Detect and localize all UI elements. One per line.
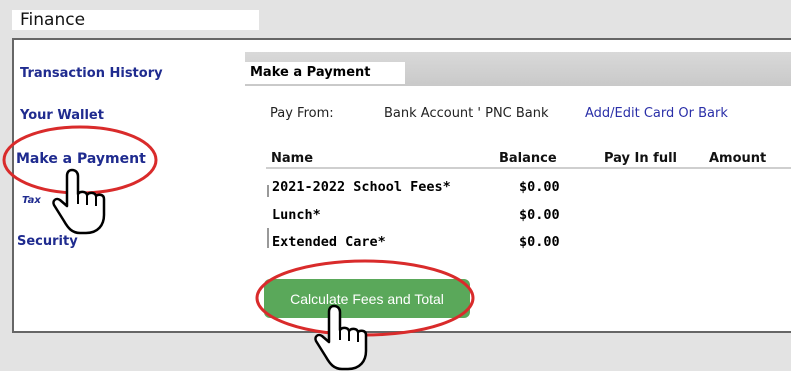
annotation-overlay <box>2 125 475 371</box>
pointer-hand-icon <box>314 304 368 371</box>
highlight-circle-make-payment <box>2 125 158 195</box>
highlight-circle-calculate <box>255 259 475 337</box>
pointer-hand-icon <box>52 168 106 235</box>
